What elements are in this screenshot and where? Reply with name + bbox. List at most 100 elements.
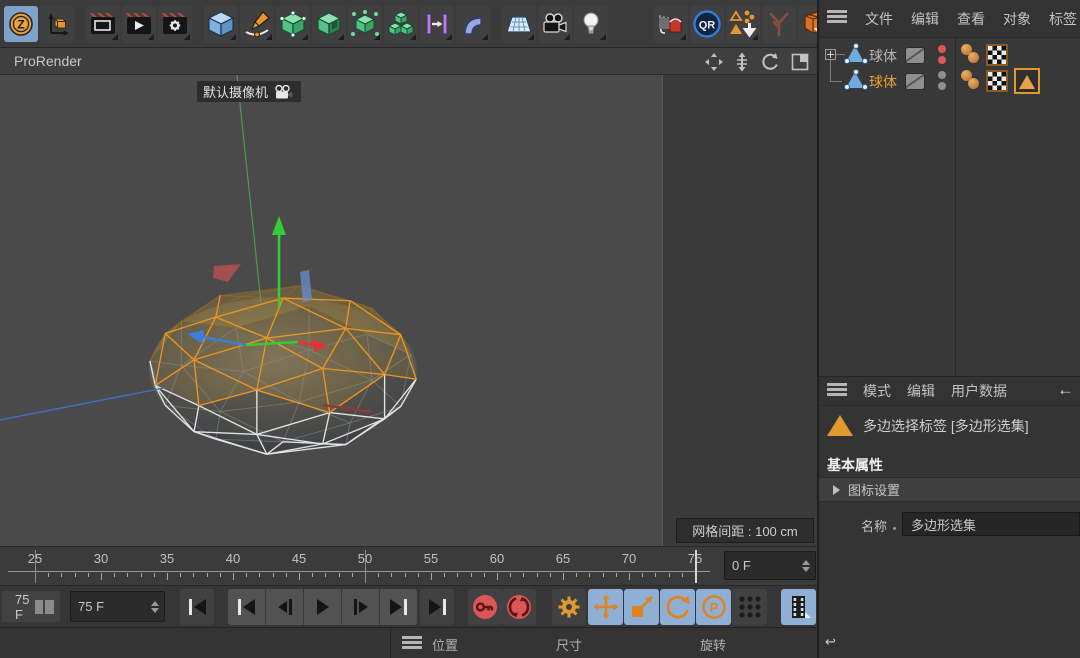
ruler-tick bbox=[167, 573, 168, 580]
uvw-tag-icon[interactable] bbox=[986, 44, 1008, 66]
object-row-sphere-parent[interactable]: 球体 bbox=[819, 42, 1080, 68]
generator-button[interactable] bbox=[312, 6, 346, 42]
ruler-tick bbox=[48, 573, 49, 577]
object-label-selected[interactable]: 球体 bbox=[869, 72, 897, 92]
key-scale-toggle[interactable] bbox=[624, 589, 659, 625]
basic-properties-header[interactable]: 基本属性 bbox=[827, 455, 883, 475]
object-row-sphere-child[interactable]: 球体 bbox=[819, 68, 1080, 94]
viewport-titlebar: ProRender bbox=[0, 48, 817, 75]
camera-label[interactable]: 默认摄像机 bbox=[197, 81, 301, 102]
am-menu-mode[interactable]: 模式 bbox=[863, 381, 891, 401]
goto-end-button[interactable] bbox=[380, 589, 417, 625]
tree-plugin-button[interactable] bbox=[762, 6, 796, 42]
attribute-menu-icon[interactable] bbox=[827, 383, 847, 400]
qr-plugin-button[interactable]: QR bbox=[690, 6, 724, 42]
plugin-render-export-button[interactable] bbox=[654, 6, 688, 42]
plugin-pack-button[interactable] bbox=[726, 6, 760, 42]
deformer-button[interactable] bbox=[456, 6, 490, 42]
icon-settings-group[interactable]: 图标设置 bbox=[819, 477, 1080, 502]
modeling-button[interactable] bbox=[348, 6, 382, 42]
sphere-mesh bbox=[0, 75, 817, 546]
key-position-toggle[interactable] bbox=[588, 589, 623, 625]
keying-settings-button[interactable] bbox=[552, 589, 586, 625]
object-manager[interactable]: 球体 球体 bbox=[819, 38, 1080, 376]
record-keyframe-button[interactable] bbox=[468, 589, 502, 625]
range-end-box[interactable]: 75 F bbox=[2, 591, 60, 622]
om-menu-edit[interactable]: 编辑 bbox=[911, 9, 939, 29]
current-frame-spinner[interactable] bbox=[144, 601, 159, 613]
play-button[interactable] bbox=[304, 589, 341, 625]
phong-tag-icon[interactable] bbox=[960, 70, 980, 92]
keyframe-dot[interactable] bbox=[893, 527, 896, 530]
range-handle[interactable] bbox=[35, 600, 44, 614]
array-button[interactable] bbox=[384, 6, 418, 42]
playhead[interactable] bbox=[695, 550, 697, 583]
range-handle[interactable] bbox=[45, 600, 54, 614]
deformer-icon bbox=[459, 10, 487, 38]
viewport[interactable]: 默认摄像机 网格间距 : 100 cm bbox=[0, 75, 817, 546]
next-frame-button[interactable] bbox=[342, 589, 379, 625]
om-menu-tag[interactable]: 标签 bbox=[1049, 9, 1077, 29]
viewport-rotate-icon[interactable] bbox=[758, 51, 782, 72]
viewport-maximize-icon[interactable] bbox=[788, 51, 812, 72]
ruler-tick bbox=[603, 573, 604, 577]
visibility-dots[interactable] bbox=[938, 45, 946, 64]
autokey-button[interactable] bbox=[502, 589, 536, 625]
om-menu-file[interactable]: 文件 bbox=[865, 9, 893, 29]
polygon-object-icon[interactable] bbox=[846, 46, 864, 62]
ruler-tick bbox=[418, 573, 419, 577]
frame-offset-spinner[interactable] bbox=[795, 560, 810, 572]
layer-toggle[interactable] bbox=[905, 47, 925, 64]
history-back-icon[interactable]: ← bbox=[1057, 380, 1074, 400]
prev-frame-button[interactable] bbox=[266, 589, 303, 625]
timeline-ruler[interactable]: 2530354045505560657075 bbox=[0, 547, 718, 586]
viewport-dolly-icon[interactable] bbox=[730, 51, 754, 72]
goz-button[interactable]: Z bbox=[4, 6, 38, 42]
floor-button[interactable] bbox=[502, 6, 536, 42]
name-input[interactable]: 多边形选集 bbox=[902, 512, 1080, 536]
panel-divider bbox=[390, 628, 391, 658]
light-button[interactable] bbox=[574, 6, 608, 42]
expand-icon[interactable] bbox=[825, 49, 836, 60]
uvw-tag-icon[interactable] bbox=[986, 70, 1008, 92]
subdivision-surface-button[interactable] bbox=[276, 6, 310, 42]
coordinate-bar: 位置 尺寸 旋转 bbox=[0, 627, 817, 658]
om-menu-object[interactable]: 对象 bbox=[1003, 9, 1031, 29]
coordinate-menu-icon[interactable] bbox=[402, 636, 422, 653]
visibility-dots[interactable] bbox=[938, 71, 946, 90]
goto-next-key-button[interactable] bbox=[420, 589, 454, 625]
ruler-baseline bbox=[8, 571, 710, 572]
render-picture-viewer-button[interactable] bbox=[122, 6, 156, 42]
ruler-major-line bbox=[35, 550, 36, 583]
symmetry-button[interactable] bbox=[420, 6, 454, 42]
polygon-object-icon[interactable] bbox=[846, 72, 864, 88]
spline-pen-button[interactable] bbox=[240, 6, 274, 42]
make-preview-button[interactable] bbox=[781, 589, 816, 625]
am-menu-edit[interactable]: 编辑 bbox=[907, 381, 935, 401]
layer-toggle[interactable] bbox=[905, 73, 925, 90]
object-label[interactable]: 球体 bbox=[869, 46, 897, 66]
frame-offset-field[interactable]: 0 F bbox=[724, 551, 816, 580]
polygon-selection-tag-icon[interactable] bbox=[1014, 68, 1040, 94]
current-frame-field[interactable]: 75 F bbox=[70, 591, 165, 622]
am-menu-userdata[interactable]: 用户数据 bbox=[951, 381, 1007, 401]
viewport-pan-icon[interactable] bbox=[702, 51, 726, 72]
goto-prev-key-button[interactable] bbox=[180, 589, 214, 625]
key-parameter-toggle[interactable]: P bbox=[696, 589, 731, 625]
pla-dots-icon bbox=[738, 595, 762, 619]
ruler-tick bbox=[339, 573, 340, 577]
render-view-button[interactable] bbox=[86, 6, 120, 42]
key-rotation-toggle[interactable] bbox=[660, 589, 695, 625]
add-primitive-button[interactable] bbox=[204, 6, 238, 42]
goto-start-button[interactable] bbox=[228, 589, 265, 625]
render-settings-button[interactable] bbox=[158, 6, 192, 42]
phong-tag-icon[interactable] bbox=[960, 44, 980, 66]
panel-corner-icon[interactable]: ↩ bbox=[825, 634, 836, 650]
ruler-tick bbox=[497, 573, 498, 580]
object-manager-menu-icon[interactable] bbox=[827, 10, 847, 27]
key-pla-toggle[interactable] bbox=[732, 589, 767, 625]
om-menu-view[interactable]: 查看 bbox=[957, 9, 985, 29]
cube-points-icon bbox=[351, 10, 379, 38]
camera-button[interactable] bbox=[538, 6, 572, 42]
coordinates-button[interactable] bbox=[40, 6, 74, 42]
